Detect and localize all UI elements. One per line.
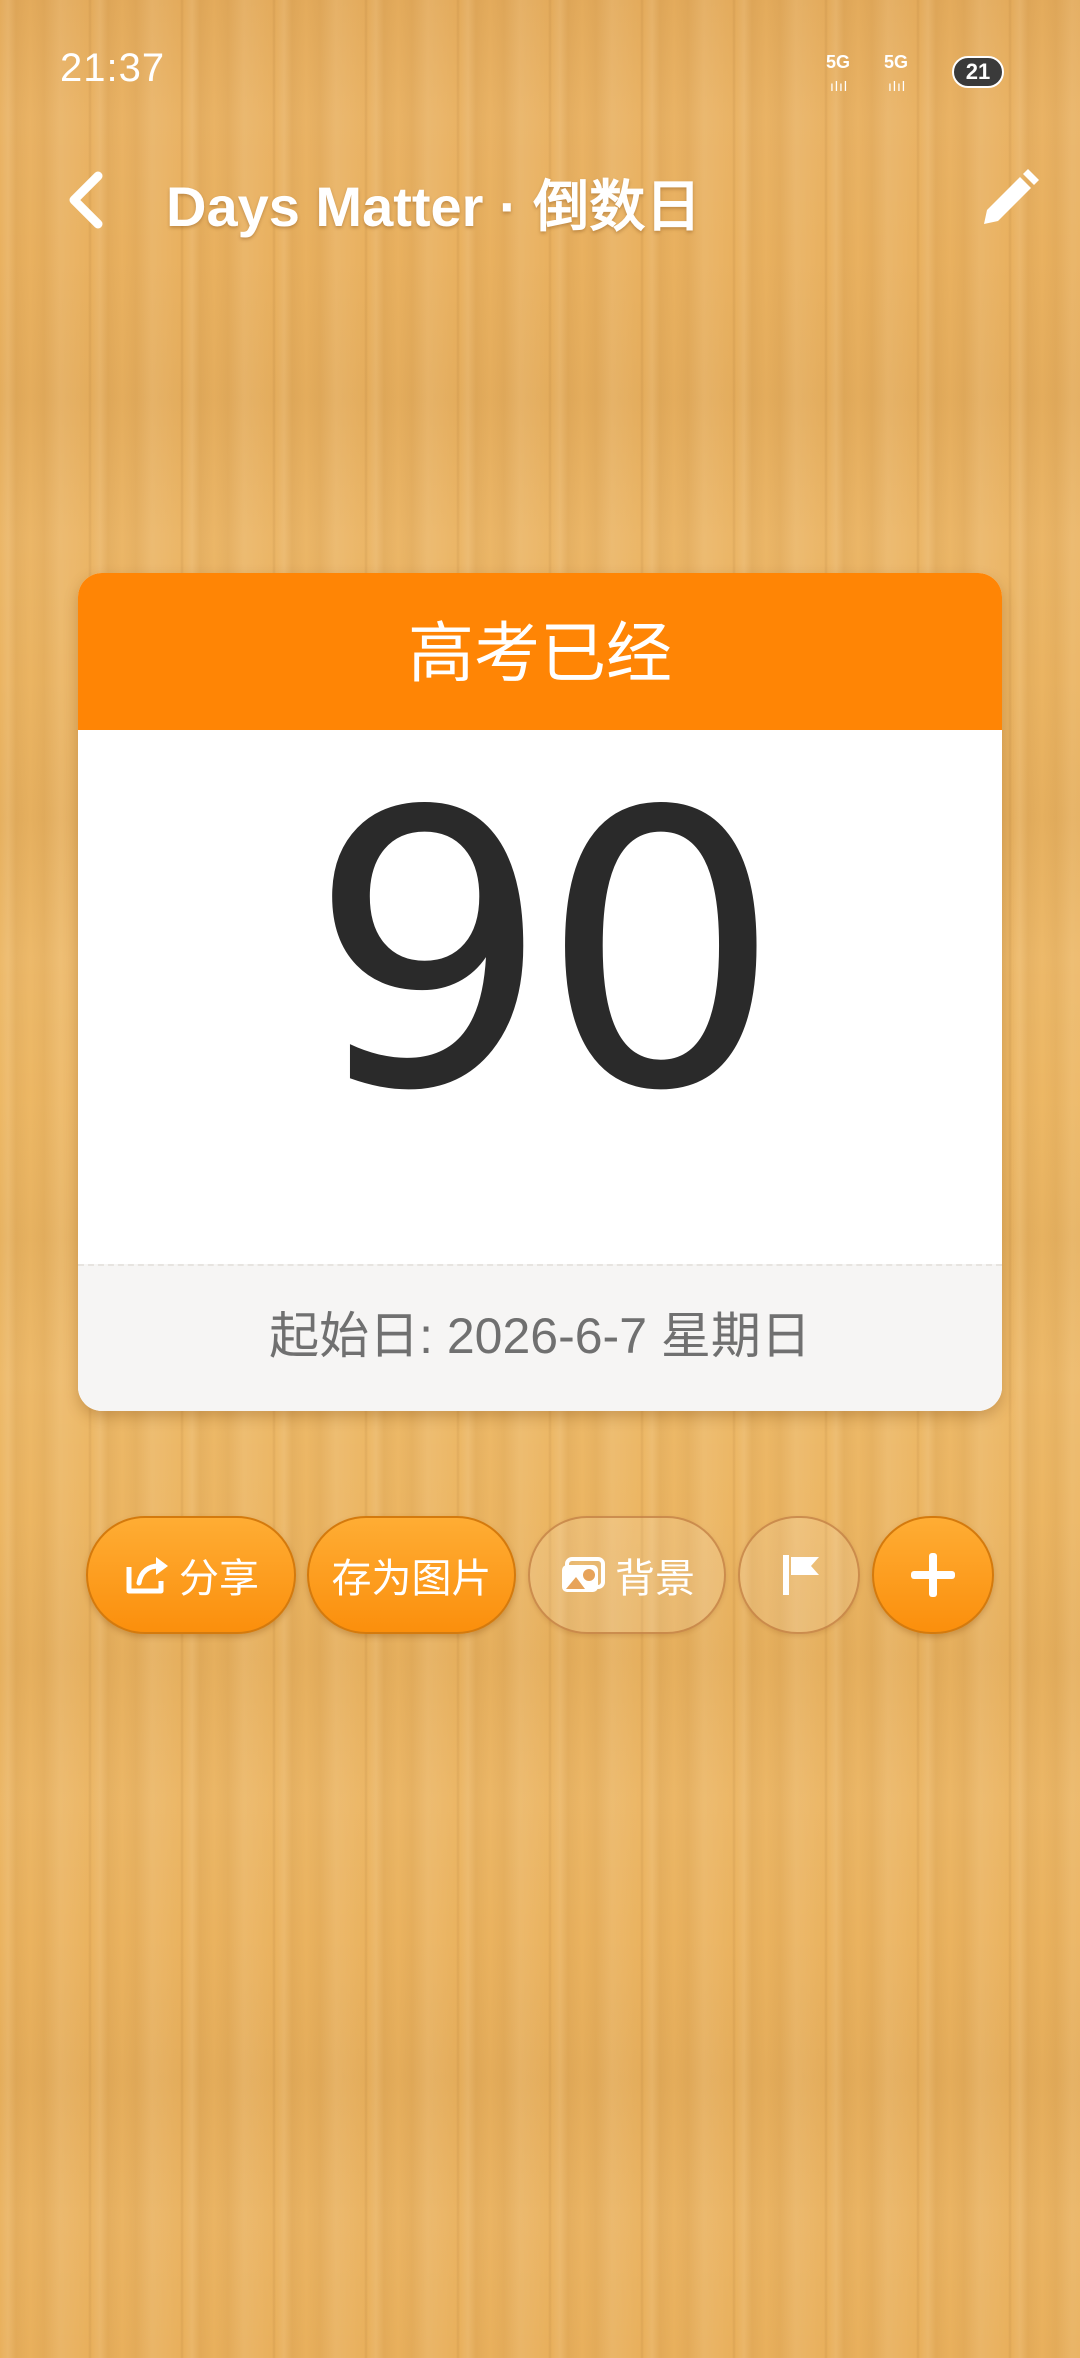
sim2-signal-icon: 5G ılıl [884, 52, 934, 96]
event-title: 高考已经 [78, 573, 1002, 730]
page-title: Days Matter · 倒数日 [166, 175, 702, 238]
share-button[interactable]: 分享 [86, 1516, 296, 1634]
background-button[interactable]: 背景 [528, 1516, 726, 1634]
edit-button[interactable] [976, 168, 1040, 232]
share-icon [126, 1557, 168, 1594]
action-bar: 分享 存为图片 背景 [0, 1516, 1080, 1636]
flag-icon [783, 1555, 819, 1595]
save-image-label: 存为图片 [331, 1557, 492, 1601]
countdown-card[interactable]: 高考已经 90 起始日: 2026-6-7 星期日 [78, 573, 1002, 1411]
sim2-signal-bars: ılıl [888, 78, 906, 94]
sim1-network-type: 5G [826, 52, 851, 72]
flag-button[interactable] [738, 1516, 860, 1634]
save-image-button[interactable]: 存为图片 [307, 1516, 516, 1634]
battery-icon: 21 [952, 56, 1004, 88]
chevron-left-icon [69, 171, 103, 229]
sim1-signal-icon: 5G ılıl [826, 52, 876, 96]
image-icon [562, 1557, 605, 1592]
sim1-signal-bars: ılıl [830, 78, 848, 94]
status-bar: 21:37 5G ılıl 5G ılıl 21 [0, 0, 1080, 130]
background-label: 背景 [615, 1557, 695, 1601]
add-button[interactable] [872, 1516, 994, 1634]
pencil-icon [984, 169, 1039, 224]
start-date: 起始日: 2026-6-7 星期日 [78, 1264, 1002, 1411]
status-time: 21:37 [60, 46, 166, 90]
back-button[interactable] [60, 168, 120, 232]
share-label: 分享 [179, 1557, 259, 1601]
sim2-network-type: 5G [884, 52, 909, 72]
days-count: 90 [308, 731, 782, 1174]
title-bar: Days Matter · 倒数日 [0, 150, 1080, 250]
plus-icon [911, 1553, 955, 1597]
